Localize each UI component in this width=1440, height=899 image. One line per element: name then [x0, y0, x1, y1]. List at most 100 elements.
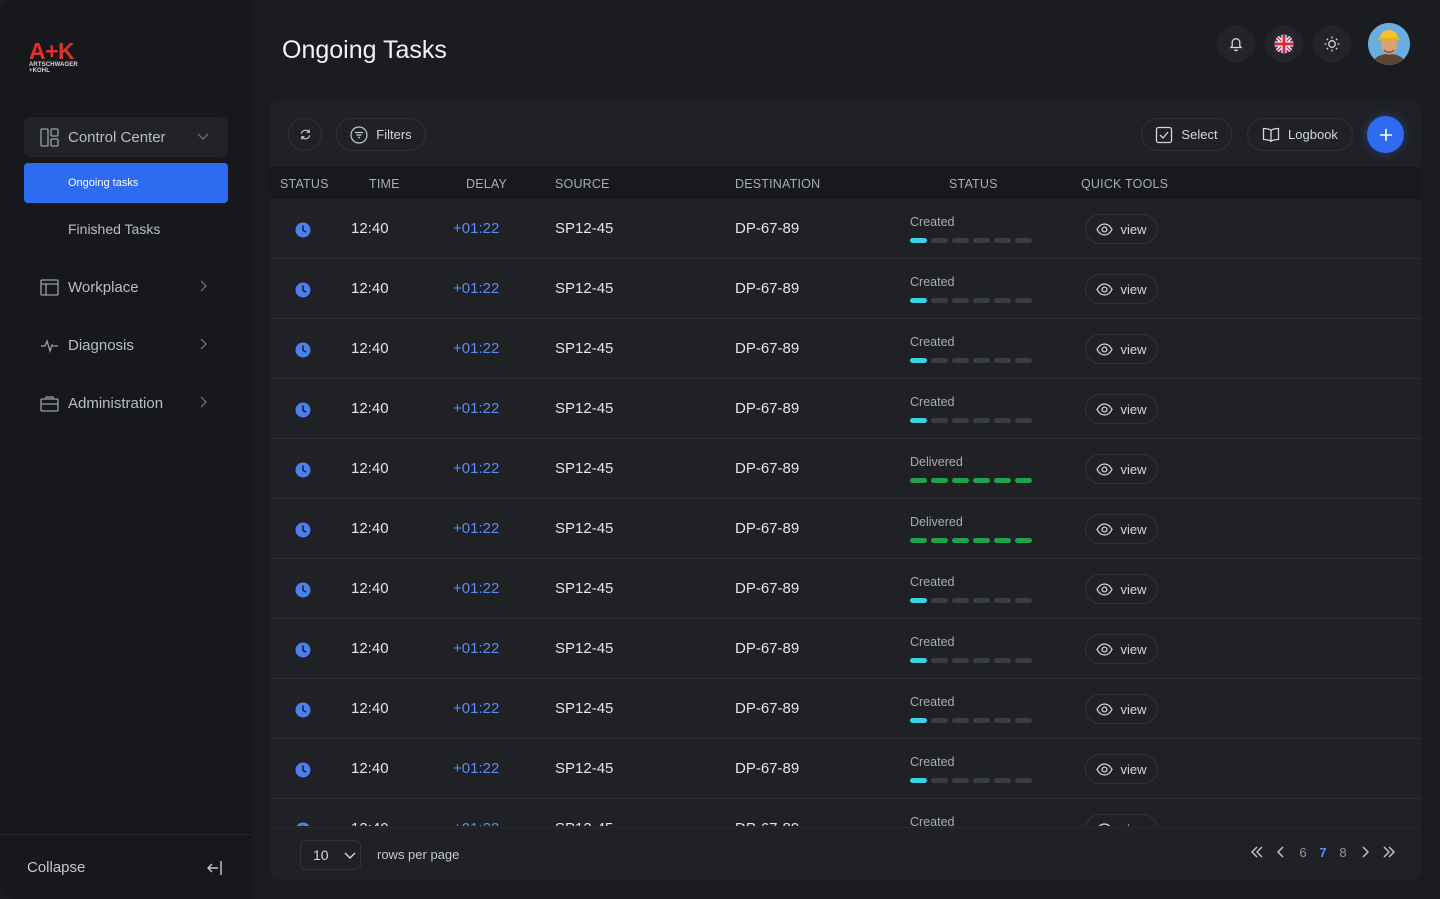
table-row[interactable]: 12:40 +01:22 SP12-45 DP-67-89 Created view	[270, 259, 1421, 319]
column-header-progress-status[interactable]: STATUS	[949, 177, 998, 191]
column-header-quick-tools: QUICK TOOLS	[1081, 177, 1169, 191]
column-header-status[interactable]: STATUS	[280, 177, 329, 191]
cell-delay: +01:22	[453, 400, 500, 417]
page-link[interactable]: 6	[1297, 845, 1309, 860]
view-button[interactable]: view	[1085, 694, 1158, 724]
language-button[interactable]	[1265, 25, 1303, 63]
progress-segment	[994, 478, 1011, 483]
sidebar-item-finished-tasks[interactable]: Finished Tasks	[24, 209, 228, 249]
clock-icon	[295, 282, 311, 298]
cell-source: SP12-45	[555, 760, 614, 777]
rows-per-page-select[interactable]: 10	[300, 840, 361, 870]
table-row[interactable]: 12:40 +01:22 SP12-45 DP-67-89 Created view	[270, 199, 1421, 259]
filters-label: Filters	[376, 127, 412, 142]
status-label: Created	[910, 815, 955, 826]
progress-segment	[952, 718, 969, 723]
table-row[interactable]: 12:40 +01:22 SP12-45 DP-67-89 Created view	[270, 799, 1421, 826]
table-row[interactable]: 12:40 +01:22 SP12-45 DP-67-89 Created view	[270, 679, 1421, 739]
next-page-button[interactable]	[1357, 844, 1373, 860]
sidebar: A+K ARTSCHWAGER +KOHL Control Center Ong…	[0, 0, 252, 899]
cell-time: 12:40	[351, 460, 389, 477]
cell-delay: +01:22	[453, 640, 500, 657]
chevron-down-icon	[343, 848, 357, 862]
logbook-button[interactable]: Logbook	[1247, 118, 1353, 151]
view-button[interactable]: view	[1085, 814, 1158, 826]
progress-segment	[910, 358, 927, 363]
status-progress-bar	[910, 298, 1032, 303]
sidebar-group-control-center[interactable]: Control Center	[24, 117, 228, 157]
bell-icon	[1228, 36, 1244, 52]
sidebar-group-diagnosis[interactable]: Diagnosis	[24, 325, 228, 365]
column-header-time[interactable]: TIME	[369, 177, 400, 191]
eye-icon	[1096, 282, 1114, 296]
first-page-button[interactable]	[1249, 844, 1265, 860]
progress-segment	[994, 658, 1011, 663]
table-row[interactable]: 12:40 +01:22 SP12-45 DP-67-89 Delivered view	[270, 499, 1421, 559]
view-button[interactable]: view	[1085, 214, 1158, 244]
dashboard-icon	[39, 127, 59, 147]
progress-segment	[910, 478, 927, 483]
column-header-delay[interactable]: DELAY	[466, 177, 507, 191]
refresh-button[interactable]	[288, 118, 322, 151]
page-link[interactable]: 8	[1337, 845, 1349, 860]
last-page-button[interactable]	[1381, 844, 1397, 860]
sidebar-group-workplace[interactable]: Workplace	[24, 267, 228, 307]
cell-source: SP12-45	[555, 220, 614, 237]
tasks-panel: Filters Select Logbook STATUS TIME DELAY…	[270, 101, 1421, 880]
brand-logo[interactable]: A+K ARTSCHWAGER +KOHL	[29, 40, 89, 80]
collapse-sidebar-button[interactable]: Collapse	[0, 834, 252, 899]
view-button[interactable]: view	[1085, 334, 1158, 364]
view-button[interactable]: view	[1085, 574, 1158, 604]
sidebar-group-administration[interactable]: Administration	[24, 383, 228, 423]
table-row[interactable]: 12:40 +01:22 SP12-45 DP-67-89 Created view	[270, 619, 1421, 679]
progress-segment	[1015, 238, 1032, 243]
view-button[interactable]: view	[1085, 634, 1158, 664]
clock-icon	[295, 822, 311, 826]
view-label: view	[1120, 581, 1147, 597]
table-row[interactable]: 12:40 +01:22 SP12-45 DP-67-89 Created view	[270, 319, 1421, 379]
progress-segment	[952, 778, 969, 783]
view-label: view	[1120, 461, 1147, 477]
cell-time: 12:40	[351, 760, 389, 777]
page-link-current[interactable]: 7	[1317, 845, 1329, 860]
chevron-right-icon	[196, 337, 210, 351]
view-button[interactable]: view	[1085, 394, 1158, 424]
status-label: Created	[910, 575, 955, 589]
progress-segment	[931, 778, 948, 783]
view-button[interactable]: view	[1085, 454, 1158, 484]
status-progress-bar	[910, 418, 1032, 423]
activity-icon	[39, 335, 59, 355]
view-button[interactable]: view	[1085, 274, 1158, 304]
column-header-destination[interactable]: DESTINATION	[735, 177, 820, 191]
table-row[interactable]: 12:40 +01:22 SP12-45 DP-67-89 Created view	[270, 379, 1421, 439]
theme-toggle-button[interactable]	[1313, 25, 1351, 63]
progress-segment	[1015, 298, 1032, 303]
progress-segment	[952, 478, 969, 483]
eye-icon	[1096, 222, 1114, 236]
table-row[interactable]: 12:40 +01:22 SP12-45 DP-67-89 Created view	[270, 739, 1421, 799]
add-task-button[interactable]	[1367, 116, 1404, 153]
progress-segment	[952, 418, 969, 423]
view-button[interactable]: view	[1085, 754, 1158, 784]
filters-button[interactable]: Filters	[336, 118, 426, 151]
status-progress-bar	[910, 358, 1032, 363]
notifications-button[interactable]	[1217, 25, 1255, 63]
select-button[interactable]: Select	[1141, 118, 1232, 151]
table-row[interactable]: 12:40 +01:22 SP12-45 DP-67-89 Created view	[270, 559, 1421, 619]
column-header-source[interactable]: SOURCE	[555, 177, 610, 191]
cell-destination: DP-67-89	[735, 340, 800, 357]
progress-segment	[973, 418, 990, 423]
eye-icon	[1096, 342, 1114, 356]
progress-segment	[973, 358, 990, 363]
pagination: 6 7 8	[1249, 844, 1397, 860]
cell-source: SP12-45	[555, 460, 614, 477]
avatar[interactable]	[1368, 23, 1410, 65]
toolbar: Filters Select Logbook	[270, 101, 1421, 167]
view-label: view	[1120, 761, 1147, 777]
view-button[interactable]: view	[1085, 514, 1158, 544]
previous-page-button[interactable]	[1273, 844, 1289, 860]
plus-icon	[1378, 127, 1394, 143]
table-row[interactable]: 12:40 +01:22 SP12-45 DP-67-89 Delivered view	[270, 439, 1421, 499]
chevron-right-icon	[196, 279, 210, 293]
sidebar-item-ongoing-tasks[interactable]: Ongoing tasks	[24, 163, 228, 203]
